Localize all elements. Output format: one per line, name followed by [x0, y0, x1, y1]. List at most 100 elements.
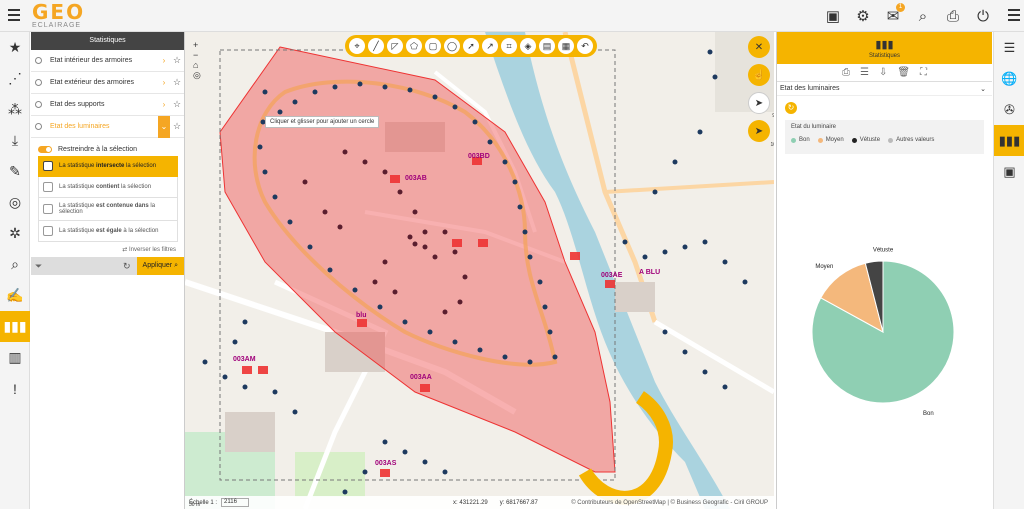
map-search-icon[interactable]: ◎	[0, 187, 30, 218]
favorite-star-icon[interactable]: ☆	[170, 99, 184, 110]
triangle-icon[interactable]: ◸	[387, 38, 403, 54]
point-icon[interactable]: ⌖	[349, 38, 365, 54]
delete-icon[interactable]: 🗑	[897, 67, 910, 78]
restrict-toggle[interactable]	[38, 145, 52, 153]
option-contained[interactable]: La statistique est contenue dans la séle…	[38, 198, 178, 221]
main-menu-icon[interactable]	[8, 9, 20, 21]
home-icon[interactable]: ⌂	[193, 60, 201, 70]
book-icon[interactable]: ▣	[822, 5, 844, 27]
stat-item-armoires-exterieur[interactable]: Etat extérieur des armoires › ☆	[31, 72, 184, 94]
favorite-star-icon[interactable]: ☆	[170, 121, 184, 132]
scale-ruler: 30 m	[189, 502, 201, 508]
pie-chart-svg: Bon Moyen Vétuste	[811, 248, 955, 417]
map-photo-icon[interactable]: ▣	[994, 156, 1024, 187]
stat-item-supports[interactable]: Etat des supports › ☆	[31, 94, 184, 116]
crop-icon[interactable]: ⌗	[501, 38, 517, 54]
chevron-right-icon[interactable]: ›	[158, 78, 170, 87]
print-icon[interactable]: ⎙	[942, 5, 964, 27]
map-label[interactable]: 003AE	[601, 272, 622, 279]
print-icon[interactable]: ⎙	[842, 67, 850, 78]
map-label[interactable]: blu	[356, 312, 367, 319]
option-contains[interactable]: La statistique contient la sélection	[38, 177, 178, 198]
network-icon[interactable]: ⋰	[0, 63, 30, 94]
menu-icon[interactable]: ☰	[994, 32, 1024, 63]
locate-icon[interactable]: ◎	[193, 70, 201, 81]
chevron-down-icon[interactable]: ⌄	[158, 115, 170, 138]
reload-icon[interactable]: ↻	[123, 261, 131, 272]
arrow-alt-icon[interactable]: ↗	[482, 38, 498, 54]
x-coordinate: 431221.29	[459, 499, 488, 506]
statistics-icon[interactable]: ▮▮▮	[994, 125, 1024, 156]
restrict-toggle-row[interactable]: Restreindre à la sélection	[31, 142, 184, 156]
search-icon[interactable]: ⌕	[0, 249, 30, 280]
invert-filters-link[interactable]: ⇄ Inverser les filtres	[31, 242, 184, 257]
measure-icon[interactable]: ▦	[558, 38, 574, 54]
arrow-icon[interactable]: ➚	[463, 38, 479, 54]
pointer-active-icon[interactable]: ➤10	[748, 120, 774, 148]
zoom-in-icon[interactable]: +	[193, 40, 201, 50]
legend-item-vetuste[interactable]: Vétuste	[851, 137, 880, 143]
map-view[interactable]: Cliquer et glisser pour ajouter un cercl…	[185, 32, 774, 509]
line-icon[interactable]: ╱	[368, 38, 384, 54]
option-intersects[interactable]: La statistique intersecte la sélection	[38, 156, 178, 177]
bar-chart-icon: ▮▮▮	[875, 39, 894, 51]
settings-gear-icon[interactable]: ⚙	[852, 5, 874, 27]
legend-item-bon[interactable]: Bon	[791, 137, 810, 143]
refresh-icon[interactable]: ↻	[785, 102, 797, 114]
favorite-star-icon[interactable]: ☆	[170, 55, 184, 66]
list-icon[interactable]: ☰	[860, 67, 869, 78]
scale-input[interactable]: 2116	[221, 498, 250, 507]
circle-icon[interactable]: ◯	[444, 38, 460, 54]
star-icon[interactable]: ★	[0, 32, 30, 63]
statistics-icon[interactable]: ▮▮▮	[0, 311, 30, 342]
option-equal[interactable]: La statistique est égale à la sélection	[38, 221, 178, 242]
draw-toolbar: ⌖ ╱ ◸ ⬠ ▢ ◯ ➚ ↗ ⌗ ◈ ▤ ▦ ↶	[345, 35, 597, 57]
legend-item-moyen[interactable]: Moyen	[817, 137, 844, 143]
download-icon[interactable]: ⤓	[0, 125, 30, 156]
polygon-icon[interactable]: ⬠	[406, 38, 422, 54]
chevron-right-icon[interactable]: ›	[158, 56, 170, 65]
fill-icon[interactable]: ◈	[520, 38, 536, 54]
report-icon[interactable]: ✍	[0, 280, 30, 311]
messages-icon[interactable]: ✉ 1	[882, 3, 905, 27]
selection-filter-block: Restreindre à la sélection La statistiqu…	[31, 138, 184, 275]
map-canvas[interactable]	[185, 32, 774, 509]
alert-icon[interactable]: !	[0, 373, 30, 404]
map-label[interactable]: A BLU	[639, 269, 660, 276]
square-icon[interactable]: ▢	[425, 38, 441, 54]
text-icon[interactable]: ▤	[539, 38, 555, 54]
legend-item-autres[interactable]: Autres valeurs	[888, 137, 934, 143]
map-label[interactable]: 003AB	[405, 175, 427, 182]
power-icon[interactable]: ⏻	[972, 5, 994, 27]
stat-item-luminaires[interactable]: Etat des luminaires ⌄ ☆	[31, 115, 184, 138]
network-alt-icon[interactable]: ⁂	[0, 94, 30, 125]
result-subtitle-row[interactable]: Etat des luminaires ⌄	[777, 82, 992, 96]
favorite-star-icon[interactable]: ☆	[170, 77, 184, 88]
cross-tools-icon[interactable]: ✕	[748, 36, 770, 58]
map-label[interactable]: 003BD	[468, 153, 490, 160]
undo-icon[interactable]: ↶	[577, 38, 593, 54]
secondary-menu-icon[interactable]	[1008, 9, 1020, 21]
pointer-icon[interactable]: ➤ 9	[748, 92, 774, 119]
option-text: La statistique est égale à la sélection	[59, 228, 159, 234]
filter-funnel-icon[interactable]: ⏷	[35, 261, 42, 272]
chevron-right-icon[interactable]: ›	[158, 100, 170, 109]
globe-icon	[35, 123, 42, 130]
finger-icon[interactable]: ☝	[748, 64, 770, 86]
map-icon[interactable]: ▥	[0, 342, 30, 373]
chevron-down-icon[interactable]: ⌄	[980, 85, 986, 93]
map-label[interactable]: 003AA	[410, 374, 432, 381]
satellite-icon[interactable]: ✇	[994, 94, 1024, 125]
map-label[interactable]: 003AM	[233, 356, 256, 363]
y-coordinate: 6817667.87	[506, 499, 538, 506]
search-icon[interactable]: ⌕	[912, 5, 934, 27]
apply-button[interactable]: Appliquer ⌕	[136, 257, 184, 275]
map-edit-icon[interactable]: ✎	[0, 156, 30, 187]
stat-item-armoires-interieur[interactable]: Etat intérieur des armoires › ☆	[31, 50, 184, 72]
graph-icon[interactable]: ✲	[0, 218, 30, 249]
globe-layers-icon[interactable]: 🌐	[994, 63, 1024, 94]
zoom-out-icon[interactable]: −	[193, 50, 201, 60]
export-icon[interactable]: ⇩	[879, 67, 887, 78]
map-label[interactable]: 003AS	[375, 460, 396, 467]
expand-icon[interactable]: ⛶	[920, 67, 927, 78]
